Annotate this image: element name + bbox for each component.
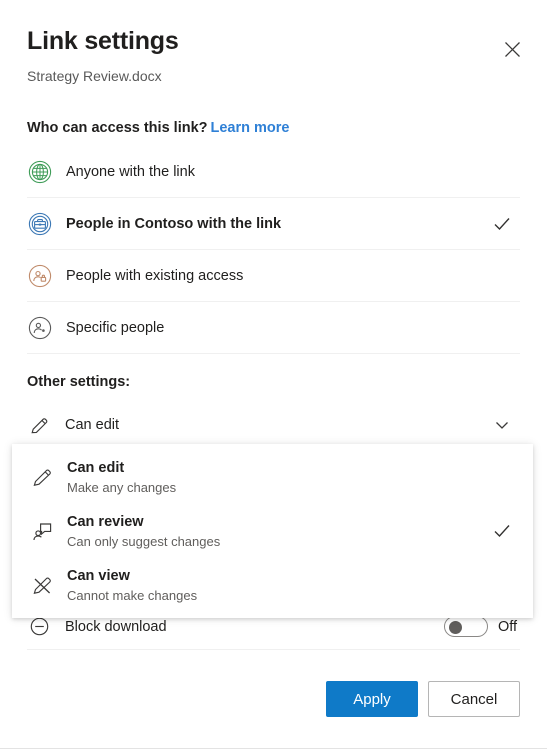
access-option-label: People with existing access bbox=[66, 267, 244, 284]
block-download-toggle-group: Off bbox=[444, 616, 520, 637]
other-settings-heading: Other settings: bbox=[27, 374, 131, 390]
menu-item-can-review[interactable]: Can review Can only suggest changes bbox=[12, 504, 533, 558]
cancel-button[interactable]: Cancel bbox=[428, 681, 520, 717]
menu-item-text: Can edit Make any changes bbox=[67, 459, 491, 496]
access-option-label: People in Contoso with the link bbox=[66, 215, 282, 232]
access-option-organization[interactable]: People in Contoso with the link bbox=[27, 198, 520, 250]
access-options-list: Anyone with the link People in Contoso w… bbox=[27, 146, 520, 354]
menu-item-title: Can review bbox=[67, 513, 144, 530]
close-button[interactable] bbox=[497, 34, 527, 64]
permission-dropdown-button[interactable]: Can edit bbox=[27, 402, 520, 448]
menu-item-title: Can view bbox=[67, 567, 130, 584]
block-download-state: Off bbox=[498, 618, 518, 635]
person-lock-icon bbox=[27, 263, 53, 289]
menu-item-description: Make any changes bbox=[67, 479, 177, 495]
review-comment-icon bbox=[29, 518, 55, 544]
chevron-down-icon bbox=[491, 414, 513, 436]
pencil-icon bbox=[27, 413, 51, 437]
person-add-icon bbox=[27, 315, 53, 341]
learn-more-link[interactable]: Learn more bbox=[211, 120, 290, 136]
block-download-toggle[interactable] bbox=[444, 616, 488, 637]
checkmark-icon bbox=[491, 520, 513, 542]
menu-item-title: Can edit bbox=[67, 459, 125, 476]
menu-item-text: Can view Cannot make changes bbox=[67, 567, 491, 604]
footer-actions: Apply Cancel bbox=[326, 681, 520, 717]
access-option-label: Specific people bbox=[66, 319, 165, 336]
link-settings-dialog: Link settings Strategy Review.docx Who c… bbox=[0, 0, 547, 749]
checkmark-icon bbox=[491, 213, 513, 235]
permission-value: Can edit bbox=[65, 417, 120, 433]
close-icon bbox=[504, 41, 520, 57]
block-download-label: Block download bbox=[65, 618, 167, 635]
toggle-knob bbox=[449, 620, 462, 634]
pencil-slash-icon bbox=[29, 572, 55, 598]
menu-item-description: Cannot make changes bbox=[67, 587, 198, 603]
access-option-anyone[interactable]: Anyone with the link bbox=[27, 146, 520, 198]
permission-dropdown-menu: Can edit Make any changes Can review Can… bbox=[12, 444, 533, 618]
block-icon bbox=[27, 615, 51, 639]
apply-button[interactable]: Apply bbox=[326, 681, 418, 717]
dialog-header: Link settings Strategy Review.docx bbox=[27, 26, 527, 85]
dialog-footer: Apply Cancel bbox=[0, 652, 547, 736]
menu-item-description: Can only suggest changes bbox=[67, 533, 221, 549]
access-question-text: Who can access this link? bbox=[27, 120, 208, 136]
menu-item-text: Can review Can only suggest changes bbox=[67, 513, 491, 550]
briefcase-icon bbox=[27, 211, 53, 237]
pencil-icon bbox=[29, 464, 55, 490]
access-option-label: Anyone with the link bbox=[66, 163, 195, 180]
page-title: Link settings bbox=[27, 27, 179, 55]
access-option-specific-people[interactable]: Specific people bbox=[27, 302, 520, 354]
globe-icon bbox=[27, 159, 53, 185]
menu-item-can-edit[interactable]: Can edit Make any changes bbox=[12, 450, 533, 504]
access-question: Who can access this link? Learn more bbox=[27, 120, 289, 136]
access-option-existing-access[interactable]: People with existing access bbox=[27, 250, 520, 302]
menu-item-can-view[interactable]: Can view Cannot make changes bbox=[12, 558, 533, 612]
file-name: Strategy Review.docx bbox=[27, 68, 162, 84]
